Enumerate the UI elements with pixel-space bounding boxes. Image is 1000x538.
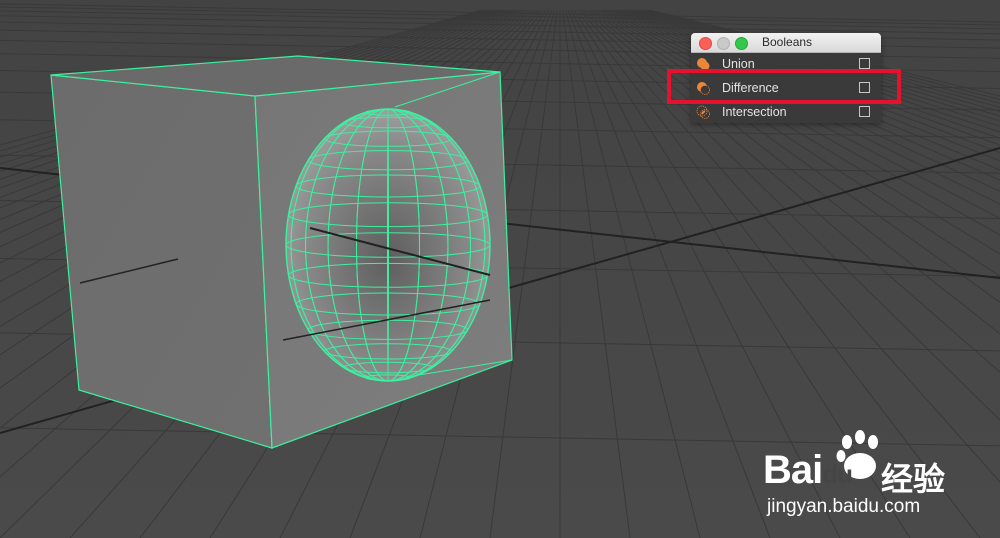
maximize-window-button[interactable] [735,37,748,50]
watermark: Baidu 经验 jingyan.baidu.com [763,430,993,530]
menu-item-intersection[interactable]: Intersection [691,101,881,124]
intersection-icon [696,105,710,119]
minimize-window-button[interactable] [717,37,730,50]
option-box[interactable] [859,58,870,69]
watermark-url: jingyan.baidu.com [767,496,921,517]
watermark-brand: Baidu [763,448,853,492]
window-title: Booleans [762,35,813,49]
window-titlebar[interactable]: Booleans [691,33,881,53]
watermark-cn-text: 经验 [881,460,946,498]
cube-left-face [50,74,273,449]
sphere-meridian [387,108,389,382]
menu-item-label: Intersection [722,105,787,119]
close-window-button[interactable] [699,37,712,50]
highlight-annotation [667,69,901,104]
option-box[interactable] [859,106,870,117]
